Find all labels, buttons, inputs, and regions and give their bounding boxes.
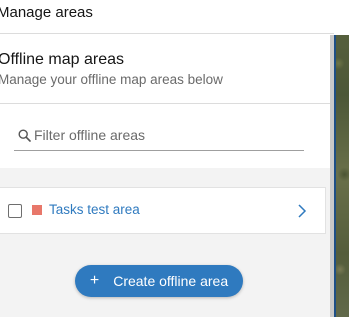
chevron-right-icon[interactable] bbox=[296, 203, 308, 219]
create-button-label: Create offline area bbox=[113, 273, 229, 289]
section-title: Offline map areas bbox=[0, 51, 124, 68]
filter-field[interactable] bbox=[14, 121, 304, 151]
manage-areas-panel: Manage areas Offline map areas Manage yo… bbox=[0, 0, 334, 317]
areas-list-container: Tasks test area + Create offline area bbox=[0, 105, 334, 317]
area-name-link[interactable]: Tasks test area bbox=[49, 202, 140, 217]
map-view[interactable] bbox=[334, 0, 349, 317]
section-description: Manage your offline map areas below bbox=[0, 72, 223, 87]
panel-title: Manage areas bbox=[0, 4, 93, 21]
filter-input[interactable] bbox=[34, 123, 299, 147]
create-offline-area-button[interactable]: + Create offline area bbox=[75, 265, 243, 297]
search-icon bbox=[18, 129, 31, 142]
plus-icon: + bbox=[89, 272, 100, 289]
section-header: Offline map areas Manage your offline ma… bbox=[0, 35, 334, 104]
map-top-strip bbox=[334, 0, 349, 35]
filter-strip bbox=[0, 105, 334, 168]
panel-header: Manage areas bbox=[0, 0, 334, 34]
area-color-swatch bbox=[32, 205, 42, 215]
map-edge-divider bbox=[334, 35, 336, 317]
list-item[interactable]: Tasks test area bbox=[0, 187, 326, 234]
area-checkbox[interactable] bbox=[8, 204, 22, 218]
